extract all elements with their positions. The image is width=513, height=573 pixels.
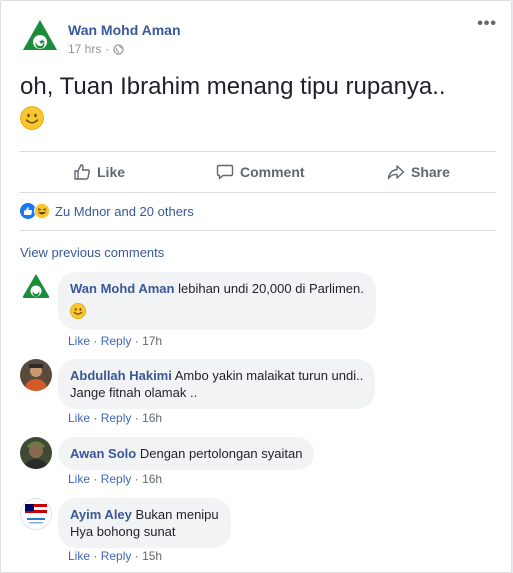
view-previous-comments-link[interactable]: View previous comments bbox=[20, 245, 164, 260]
comment-text-line2: Hya bohong sunat bbox=[70, 524, 176, 539]
commenter-name[interactable]: Ayim Aley bbox=[70, 507, 132, 522]
dot-separator: · bbox=[134, 549, 139, 563]
comment-actions: Like · Reply · 16h bbox=[68, 411, 162, 425]
post-meta: 17 hrs · bbox=[68, 42, 125, 56]
comment-button[interactable]: Comment bbox=[216, 152, 305, 192]
comment-reply-link[interactable]: Reply bbox=[101, 411, 132, 425]
commenter-avatar[interactable] bbox=[20, 272, 52, 304]
comment-bubble-icon bbox=[216, 164, 234, 180]
comment-actions: Like · Reply · 17h bbox=[68, 334, 162, 348]
comment-actions: Like · Reply · 15h bbox=[68, 549, 162, 563]
more-options-icon[interactable]: ••• bbox=[477, 15, 497, 33]
comment-like-link[interactable]: Like bbox=[68, 472, 90, 486]
commenter-name[interactable]: Awan Solo bbox=[70, 446, 136, 461]
comment-reply-link[interactable]: Reply bbox=[101, 472, 132, 486]
like-button[interactable]: Like bbox=[73, 152, 125, 192]
meta-separator: · bbox=[105, 42, 110, 56]
comment-time[interactable]: 16h bbox=[142, 411, 162, 425]
share-arrow-icon bbox=[387, 165, 405, 180]
comment-time[interactable]: 15h bbox=[142, 549, 162, 563]
dot-separator: · bbox=[134, 334, 139, 348]
commenter-avatar[interactable] bbox=[20, 359, 52, 391]
dot-separator: · bbox=[93, 411, 98, 425]
comment-like-link[interactable]: Like bbox=[68, 334, 90, 348]
comment-text: Bukan menipu bbox=[135, 507, 219, 522]
dot-separator: · bbox=[93, 549, 98, 563]
dot-separator: · bbox=[93, 472, 98, 486]
post-timestamp[interactable]: 17 hrs bbox=[68, 42, 101, 56]
comment-text: Ambo yakin malaikat turun undi.. bbox=[174, 368, 364, 383]
comment-like-link[interactable]: Like bbox=[68, 411, 90, 425]
commenter-avatar[interactable] bbox=[20, 498, 52, 530]
dot-separator: · bbox=[134, 472, 139, 486]
comment-text: Dengan pertolongan syaitan bbox=[139, 446, 303, 461]
commenter-name[interactable]: Wan Mohd Aman bbox=[70, 281, 174, 296]
like-label: Like bbox=[97, 164, 126, 180]
comment-bubble: Ayim Aley Bukan menipu Hya bohong sunat bbox=[58, 498, 231, 548]
post-author-name[interactable]: Wan Mohd Aman bbox=[68, 22, 181, 38]
comment-reply-link[interactable]: Reply bbox=[101, 334, 132, 348]
smile-emoji-icon bbox=[70, 303, 86, 319]
comment-bubble: Abdullah Hakimi Ambo yakin malaikat turu… bbox=[58, 359, 376, 409]
comment-actions: Like · Reply · 16h bbox=[68, 472, 162, 486]
comment-bubble: Wan Mohd Aman lebihan undi 20,000 di Par… bbox=[58, 272, 376, 330]
post-card: Wan Mohd Aman 17 hrs · ••• oh, Tuan Ibra… bbox=[0, 0, 512, 573]
reactions-summary[interactable]: Zu Mdnor and 20 others bbox=[20, 203, 194, 219]
haha-reaction-icon bbox=[34, 203, 50, 219]
dot-separator: · bbox=[93, 334, 98, 348]
reactions-text: Zu Mdnor and 20 others bbox=[55, 203, 194, 219]
dot-separator: · bbox=[134, 411, 139, 425]
comment-label: Comment bbox=[240, 164, 305, 180]
divider bbox=[19, 230, 496, 231]
smile-emoji-icon bbox=[20, 106, 44, 130]
thumbs-up-icon bbox=[74, 164, 90, 180]
commenter-name[interactable]: Abdullah Hakimi bbox=[70, 368, 172, 383]
comment-bubble: Awan Solo Dengan pertolongan syaitan bbox=[58, 437, 315, 470]
share-label: Share bbox=[411, 164, 450, 180]
comment-like-link[interactable]: Like bbox=[68, 549, 90, 563]
comment-text-line2: Jange fitnah olamak .. bbox=[70, 385, 198, 400]
comment-reply-link[interactable]: Reply bbox=[101, 549, 132, 563]
post-text: oh, Tuan Ibrahim menang tipu rupanya.. bbox=[20, 73, 446, 100]
commenter-avatar[interactable] bbox=[20, 437, 52, 469]
share-button[interactable]: Share bbox=[387, 152, 450, 192]
comment-time[interactable]: 17h bbox=[142, 334, 162, 348]
comment-time[interactable]: 16h bbox=[142, 472, 162, 486]
comment-text: lebihan undi 20,000 di Parlimen. bbox=[178, 281, 364, 296]
author-avatar[interactable] bbox=[20, 18, 60, 58]
action-bar: Like Comment Share bbox=[19, 151, 496, 193]
globe-icon bbox=[113, 43, 125, 55]
